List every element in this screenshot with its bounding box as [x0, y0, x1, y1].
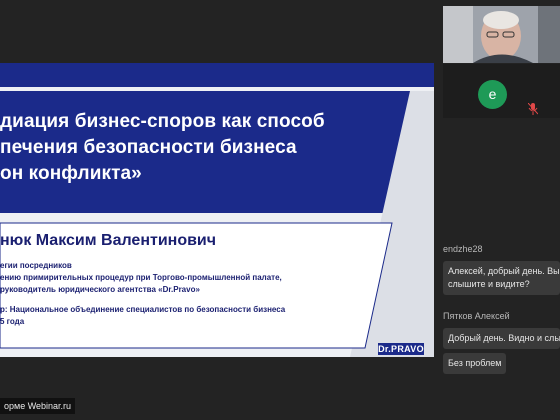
- chat-message-line: Добрый день. Видно и слыш: [448, 333, 560, 343]
- presenter-info-line: егии посредников: [0, 261, 72, 270]
- slide-title: диация бизнес-споров как способ печения …: [0, 109, 325, 187]
- chat-message: Алексей, добрый день. Вы н слышите и вид…: [443, 261, 560, 295]
- slide-title-line: диация бизнес-споров как способ: [0, 111, 325, 132]
- presenter-name: нюк Максим Валентинович: [0, 232, 217, 249]
- presenter-info-line: р: Национальное объединение специалистов…: [0, 305, 286, 314]
- participant-avatar: e: [478, 80, 507, 109]
- chat-message-line: Без проблем: [448, 358, 502, 368]
- chat-message: Добрый день. Видно и слыш: [443, 328, 560, 349]
- slide-title-line: печения безопасности бизнеса: [0, 137, 297, 158]
- participant-video-feed: [443, 6, 560, 63]
- chat-message-line: Алексей, добрый день. Вы н: [448, 266, 560, 276]
- webinar-watermark: орме Webinar.ru: [0, 398, 76, 414]
- webinar-stage: диация бизнес-споров как способ печения …: [0, 0, 438, 420]
- chat-message-line: слышите и видите?: [448, 279, 530, 289]
- chat-author: Пятков Алексей: [443, 311, 510, 321]
- presenter-info-line: 5 года: [0, 317, 25, 326]
- presenter-organization: р: Национальное объединение специалистов…: [0, 304, 285, 328]
- presenter-info-line: ению примирительных процедур при Торгово…: [0, 273, 282, 282]
- presenter-info: егии посредников ению примирительных про…: [0, 260, 282, 296]
- chat-message: Без проблем: [443, 353, 507, 374]
- participant-video-tile[interactable]: [443, 6, 560, 63]
- drpravo-logo: Dr.PRAVO: [378, 343, 424, 355]
- chat-author: endzhe28: [443, 244, 483, 254]
- presenter-info-line: руководитель юридического агентства «Dr.…: [0, 285, 200, 294]
- mic-muted-icon[interactable]: [528, 103, 538, 115]
- presentation-slide: диация бизнес-споров как способ печения …: [0, 63, 434, 357]
- slide-title-line: он конфликта»: [0, 163, 142, 184]
